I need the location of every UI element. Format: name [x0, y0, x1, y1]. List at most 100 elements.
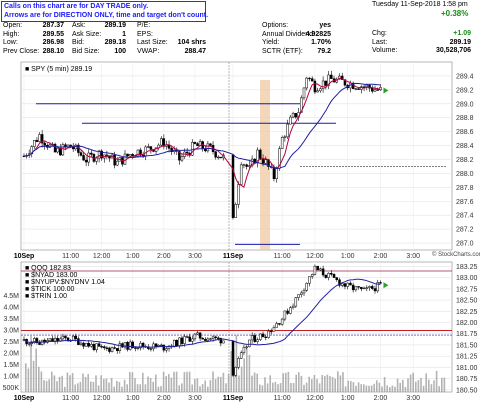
volume-bar	[441, 377, 443, 392]
volume-bar	[199, 386, 201, 392]
candle-body	[357, 286, 360, 288]
volume-bar	[433, 380, 435, 392]
volume-bar	[110, 377, 113, 392]
candle-body	[234, 204, 237, 218]
x-tick-label: 3:00	[188, 395, 202, 402]
volume-bar	[27, 368, 30, 392]
y-tick-label: 288.0	[456, 171, 474, 178]
candle-body	[373, 288, 377, 292]
candle-body	[283, 310, 287, 320]
candle-body	[103, 346, 106, 349]
y-tick-label: 287.6	[456, 199, 474, 206]
y-tick-label: 180.50	[456, 387, 478, 394]
candle-body	[193, 142, 197, 144]
volume-bar	[168, 374, 170, 392]
candle-body	[283, 136, 287, 138]
volume-bar	[360, 384, 362, 392]
volume-bar	[334, 378, 336, 392]
volume-bar	[45, 381, 48, 392]
candle-body	[373, 89, 377, 92]
candle-body	[154, 343, 158, 347]
volume-tick-label: 3.0M	[3, 328, 19, 335]
legend-entry: ■ $NYAD 183.00	[25, 272, 77, 279]
x-tick-label: 2:00	[157, 395, 171, 402]
candle-body	[343, 283, 347, 287]
x-tick-label: 11:00	[274, 253, 291, 260]
volume-bar	[32, 360, 35, 392]
volume-bar	[329, 376, 331, 392]
candle-body	[324, 80, 328, 86]
candle-body	[289, 307, 292, 314]
x-tick-label: 12:00	[93, 253, 111, 260]
volume-bar	[147, 376, 149, 392]
volume-bar	[77, 383, 79, 392]
x-tick-label: 10Sep	[14, 253, 35, 260]
volume-bar	[290, 383, 292, 392]
candle-body	[43, 142, 46, 146]
volume-bar	[308, 376, 310, 392]
candle-body	[327, 272, 330, 278]
candle-body	[259, 333, 262, 340]
candle-body	[204, 338, 207, 341]
volume-bar	[188, 371, 191, 392]
volume-bar	[339, 375, 342, 392]
volume-bar	[274, 381, 277, 392]
candle-body	[245, 164, 248, 167]
volume-bar	[217, 376, 219, 392]
y-tick-label: 181.25	[456, 354, 478, 361]
volume-bar	[352, 382, 355, 392]
y-tick-label: 287.4	[456, 213, 474, 220]
x-tick-label: 11Sep	[223, 395, 243, 402]
volume-bar	[25, 363, 27, 392]
candle-body	[256, 339, 259, 342]
volume-bar	[82, 373, 84, 392]
volume-bar	[402, 379, 404, 392]
x-tick-label: 3:00	[188, 253, 202, 260]
volume-bar	[66, 372, 69, 392]
volume-bar	[121, 386, 123, 392]
candle-body	[214, 151, 217, 158]
candle-body	[324, 274, 328, 278]
volume-bar	[396, 378, 399, 392]
candle-body	[305, 77, 308, 89]
legend-entry: ■ $NYUPV:$NYDNV 1.04	[25, 279, 105, 286]
candle-body	[267, 330, 270, 338]
volume-bar	[186, 371, 188, 392]
y-tick-label: 182.50	[456, 298, 478, 305]
candle-body	[242, 164, 246, 166]
candle-body	[82, 342, 85, 347]
candle-body	[56, 338, 59, 342]
candle-body	[346, 282, 349, 287]
candle-body	[349, 282, 352, 286]
candle-body	[149, 146, 153, 150]
volume-bar	[103, 378, 105, 392]
volume-bar	[321, 375, 323, 392]
candle-body	[180, 337, 184, 344]
volume-bar	[292, 383, 295, 392]
candle-body	[291, 113, 295, 118]
candle-body	[128, 341, 132, 350]
candle-body	[74, 335, 78, 339]
candle-body	[365, 84, 369, 88]
volume-bar	[422, 385, 425, 392]
candle-body	[33, 140, 36, 147]
candle-body	[272, 327, 276, 332]
candle-body	[131, 154, 135, 156]
volume-bar	[285, 372, 287, 392]
x-tick-label: 11Sep	[223, 253, 243, 260]
candle-body	[160, 344, 163, 347]
candle-body	[134, 347, 137, 349]
candle-body	[201, 337, 204, 340]
candle-body	[113, 154, 116, 166]
candle-body	[178, 337, 181, 347]
candle-body	[286, 123, 289, 138]
x-tick-label: 12:00	[306, 253, 324, 260]
candle-body	[305, 282, 308, 291]
volume-bar	[331, 377, 334, 392]
volume-bar	[357, 382, 360, 392]
candle-body	[136, 347, 140, 349]
candle-body	[198, 332, 202, 339]
volume-bar	[381, 386, 383, 392]
volume-bar	[412, 372, 414, 392]
candle-body	[294, 297, 298, 307]
